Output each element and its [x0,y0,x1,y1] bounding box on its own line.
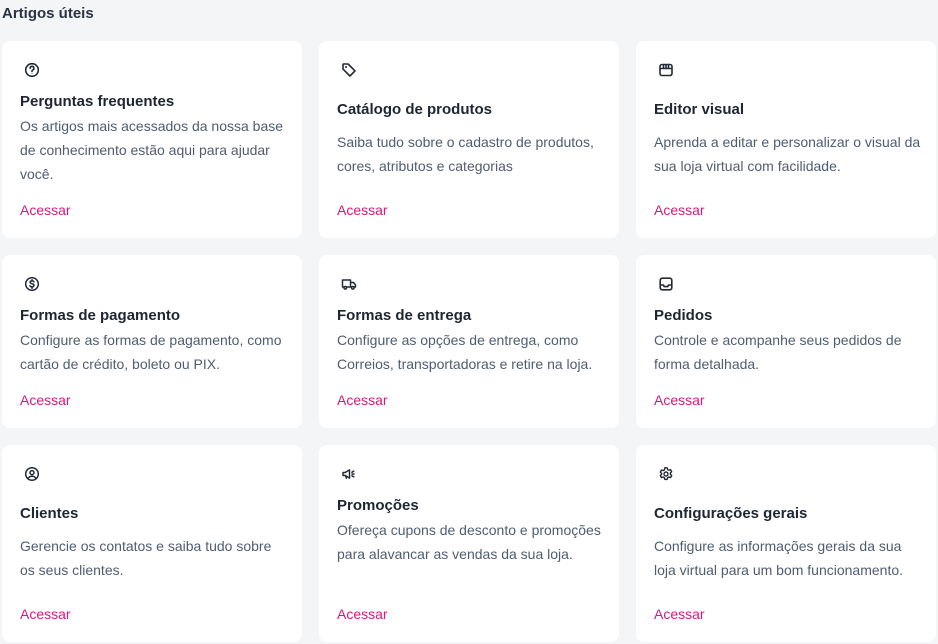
card-title: Catálogo de produtos [337,101,492,118]
article-card-visual-editor[interactable]: Editor visual Aprenda a editar e persona… [636,41,936,238]
article-card-general-settings[interactable]: Configurações gerais Configure as inform… [636,445,936,642]
access-link[interactable]: Acessar [654,604,705,624]
card-description: Configure as formas de pagamento, como c… [20,332,282,372]
article-card-orders[interactable]: Pedidos Controle e acompanhe seus pedido… [636,255,936,428]
access-link[interactable]: Acessar [337,390,388,410]
access-link[interactable]: Acessar [654,390,705,410]
card-title: Formas de entrega [337,307,472,324]
card-description: Os artigos mais acessados da nossa base … [20,118,284,182]
tag-icon [337,58,361,82]
dollar-circle-icon [20,272,44,296]
gear-icon [654,462,678,486]
card-description: Saiba tudo sobre o cadastro de produtos,… [337,134,594,174]
access-link[interactable]: Acessar [20,604,71,624]
access-link[interactable]: Acessar [337,604,388,624]
article-card-payments[interactable]: Formas de pagamento Configure as formas … [2,255,302,428]
article-card-promotions[interactable]: Promoções Ofereça cupons de desconto e p… [319,445,619,642]
access-link[interactable]: Acessar [20,390,71,410]
megaphone-icon [337,462,361,486]
card-description: Gerencie os contatos e saiba tudo sobre … [20,538,272,578]
storefront-icon [654,58,678,82]
article-card-shipping[interactable]: Formas de entrega Configure as opções de… [319,255,619,428]
access-link[interactable]: Acessar [337,200,388,220]
card-title: Promoções [337,497,419,514]
card-description: Ofereça cupons de desconto e promoções p… [337,522,601,562]
card-title: Formas de pagamento [20,307,181,324]
user-circle-icon [20,462,44,486]
card-description: Controle e acompanhe seus pedidos de for… [654,332,902,372]
article-card-customers[interactable]: Clientes Gerencie os contatos e saiba tu… [2,445,302,642]
article-card-catalog[interactable]: Catálogo de produtos Saiba tudo sobre o … [319,41,619,238]
card-title: Configurações gerais [654,505,808,522]
card-title: Perguntas frequentes [20,93,175,110]
card-title: Editor visual [654,101,745,118]
question-circle-icon [20,58,44,82]
article-card-faq[interactable]: Perguntas frequentes Os artigos mais ace… [2,41,302,238]
card-description: Configure as opções de entrega, como Cor… [337,332,593,372]
card-title: Pedidos [654,307,713,324]
access-link[interactable]: Acessar [20,200,71,220]
access-link[interactable]: Acessar [654,200,705,220]
section-title: Artigos úteis [2,5,94,22]
card-description: Configure as informações gerais da sua l… [654,538,904,578]
inbox-icon [654,272,678,296]
card-title: Clientes [20,505,79,522]
truck-icon [337,272,361,296]
card-description: Aprenda a editar e personalizar o visual… [654,134,921,174]
